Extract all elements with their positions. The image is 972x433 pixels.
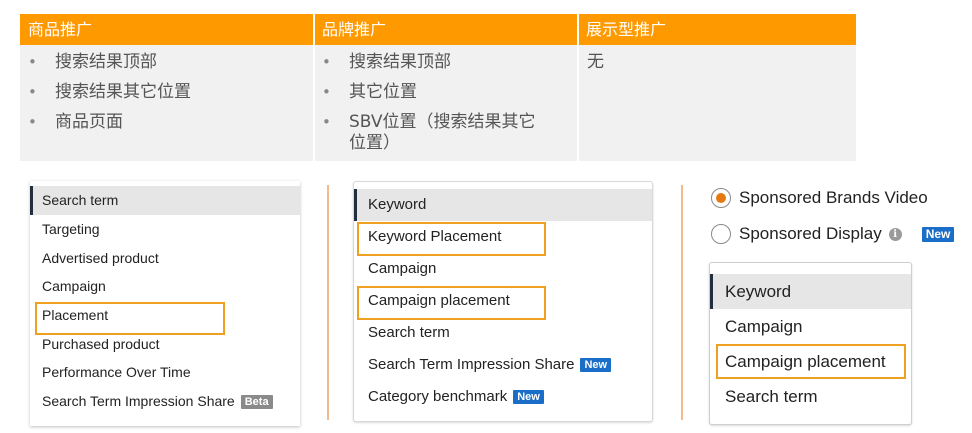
list-item: 搜索结果顶部 bbox=[314, 52, 578, 73]
divider-line bbox=[681, 185, 683, 420]
option-label: Keyword bbox=[368, 196, 427, 213]
report-option-targeting[interactable]: Targeting bbox=[30, 215, 300, 244]
report-option-advertised-product[interactable]: Advertised product bbox=[30, 244, 300, 273]
highlight-campaign-placement bbox=[357, 286, 546, 320]
radio-sponsored-display[interactable]: Sponsored Display i New bbox=[711, 221, 955, 247]
divider-line bbox=[327, 185, 329, 420]
info-icon[interactable]: i bbox=[888, 227, 902, 241]
report-option-search-term[interactable]: Search term bbox=[354, 317, 652, 349]
report-option-keyword[interactable]: Keyword bbox=[710, 274, 911, 309]
highlight-keyword-placement bbox=[357, 222, 546, 256]
highlight-campaign-placement bbox=[716, 344, 906, 379]
report-option-performance-over-time[interactable]: Performance Over Time bbox=[30, 358, 300, 387]
none-text: 无 bbox=[587, 52, 604, 72]
list-item: 商品页面 bbox=[20, 112, 314, 133]
report-option-category-benchmark[interactable]: Category benchmark New bbox=[354, 381, 652, 413]
list-item: 搜索结果顶部 bbox=[20, 52, 314, 73]
header-sponsored-brands: 品牌推广 bbox=[314, 14, 578, 45]
option-label: Campaign bbox=[368, 260, 437, 277]
beta-badge: Beta bbox=[240, 395, 273, 409]
option-label: Category benchmark bbox=[368, 388, 508, 405]
option-label: Search term bbox=[42, 192, 119, 208]
report-option-search-term-impression-share[interactable]: Search Term Impression Share Beta bbox=[30, 387, 300, 416]
list-item: 搜索结果其它位置 bbox=[20, 82, 314, 103]
list-item: SBV位置（搜索结果其它 位置） bbox=[314, 112, 578, 154]
radio-label: Sponsored Display bbox=[739, 224, 882, 243]
option-label: Purchased product bbox=[42, 336, 160, 352]
report-option-campaign[interactable]: Campaign bbox=[710, 309, 911, 344]
option-label: Search Term Impression Share bbox=[42, 393, 235, 409]
option-label: Campaign bbox=[725, 317, 803, 336]
header-sponsored-display: 展示型推广 bbox=[578, 14, 856, 45]
radio-sponsored-brands-video[interactable]: Sponsored Brands Video bbox=[711, 185, 928, 211]
report-option-search-term[interactable]: Search term bbox=[710, 379, 911, 414]
column-sponsored-products: 搜索结果顶部 搜索结果其它位置 商品页面 bbox=[20, 45, 314, 161]
report-option-campaign[interactable]: Campaign bbox=[30, 272, 300, 301]
radio-selected-icon[interactable] bbox=[711, 188, 731, 208]
report-option-search-term-impression-share[interactable]: Search Term Impression Share New bbox=[354, 349, 652, 381]
new-badge: New bbox=[921, 226, 955, 242]
report-option-keyword[interactable]: Keyword bbox=[354, 189, 652, 221]
option-label: Targeting bbox=[42, 221, 100, 237]
report-option-search-term[interactable]: Search term bbox=[30, 186, 300, 215]
column-divider bbox=[577, 14, 579, 161]
option-label: Search term bbox=[725, 387, 818, 406]
option-label: Advertised product bbox=[42, 250, 159, 266]
radio-unselected-icon[interactable] bbox=[711, 224, 731, 244]
radio-label: Sponsored Brands Video bbox=[739, 188, 928, 207]
option-label: Performance Over Time bbox=[42, 364, 191, 380]
column-sponsored-display: 无 bbox=[578, 45, 856, 161]
column-divider bbox=[313, 14, 315, 161]
option-label: Search term bbox=[368, 324, 450, 341]
option-label: Search Term Impression Share bbox=[368, 356, 575, 373]
report-option-campaign[interactable]: Campaign bbox=[354, 253, 652, 285]
highlight-placement bbox=[35, 302, 225, 335]
option-label: Keyword bbox=[725, 282, 792, 301]
ad-types-table: 商品推广 品牌推广 展示型推广 搜索结果顶部 搜索结果其它位置 商品页面 搜索结… bbox=[20, 14, 856, 161]
header-sponsored-products: 商品推广 bbox=[20, 14, 314, 45]
option-label: Campaign bbox=[42, 278, 106, 294]
list-item: 其它位置 bbox=[314, 82, 578, 103]
new-badge: New bbox=[513, 390, 544, 404]
column-sponsored-brands: 搜索结果顶部 其它位置 SBV位置（搜索结果其它 位置） bbox=[314, 45, 578, 161]
new-badge: New bbox=[580, 358, 612, 372]
